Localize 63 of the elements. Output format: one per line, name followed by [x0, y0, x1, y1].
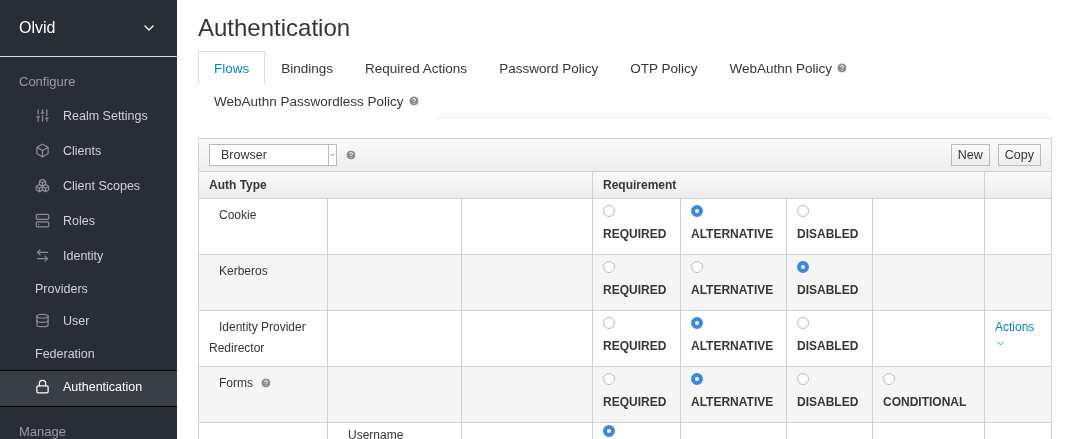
column-header: Requirement: [593, 172, 985, 198]
sidebar-item[interactable]: Client Scopes: [0, 170, 177, 205]
radio-button[interactable]: [603, 373, 615, 385]
radio-label: REQUIRED: [603, 395, 668, 409]
sidebar-item[interactable]: Roles: [0, 205, 177, 240]
radio-label: DISABLED: [797, 339, 860, 353]
radio-button[interactable]: [691, 317, 703, 329]
sidebar-item[interactable]: User Federation: [0, 305, 177, 370]
radio-button[interactable]: [691, 261, 703, 273]
cubes-icon: [35, 178, 50, 193]
section-title: Manage: [18, 423, 67, 439]
radio-button[interactable]: [797, 373, 809, 385]
radio-label: ALTERNATIVE: [691, 395, 775, 409]
radio-button[interactable]: [691, 205, 703, 217]
radio-button[interactable]: [603, 317, 615, 329]
caret-icon: [329, 151, 336, 159]
radio-button[interactable]: [797, 317, 809, 329]
radio-label: ALTERNATIVE: [691, 227, 775, 241]
radio-label: REQUIRED: [603, 339, 668, 353]
toolbar-button[interactable]: New: [950, 144, 990, 166]
auth-type-label: Identity Provider Redirector: [209, 319, 307, 357]
sidebar-item[interactable]: Authentication: [0, 370, 177, 407]
flow-select[interactable]: Browser: [209, 144, 337, 166]
tab[interactable]: WebAuthn Passwordless Policy: [198, 84, 436, 118]
help-icon: [407, 95, 420, 107]
actions-link[interactable]: Actions: [995, 317, 1041, 338]
radio-button[interactable]: [603, 205, 615, 217]
help-icon: [259, 377, 272, 389]
lock-icon: [35, 379, 50, 394]
realm-selector[interactable]: Olvid: [0, 0, 177, 57]
auth-type-label: Cookie: [218, 207, 258, 224]
radio-label: CONDITIONAL: [883, 395, 968, 409]
radio-button[interactable]: [797, 205, 809, 217]
section-title: Configure: [18, 73, 77, 91]
toolbar-button[interactable]: Copy: [997, 144, 1041, 166]
tab[interactable]: Flows: [198, 51, 266, 85]
radio-button[interactable]: [797, 261, 809, 273]
column-header: Auth Type: [199, 172, 593, 198]
server-icon: [35, 213, 50, 228]
page-title: Authentication: [198, 14, 352, 42]
radio-label: DISABLED: [797, 283, 860, 297]
sliders-icon: [35, 108, 50, 123]
help-icon: [836, 62, 848, 74]
radio-label: REQUIRED: [603, 227, 668, 241]
radio-button[interactable]: [603, 261, 615, 273]
sidebar-item[interactable]: Identity Providers: [0, 240, 177, 305]
arrows-icon: [35, 248, 50, 263]
radio-button[interactable]: [883, 373, 895, 385]
sidebar-item[interactable]: Realm Settings: [0, 100, 177, 135]
auth-type-label: Forms: [209, 373, 317, 394]
auth-type-label: Kerberos: [218, 263, 269, 280]
radio-label: ALTERNATIVE: [691, 283, 775, 297]
radio-button[interactable]: [603, 425, 615, 437]
radio-button[interactable]: [691, 373, 703, 385]
radio-label: DISABLED: [797, 227, 860, 241]
radio-label: DISABLED: [797, 395, 860, 409]
cube-icon: [35, 143, 50, 158]
help-icon: [345, 149, 357, 161]
radio-label: ALTERNATIVE: [691, 339, 775, 353]
database-icon: [35, 313, 50, 328]
sidebar-item[interactable]: Clients: [0, 135, 177, 170]
auth-type-label: Username: [347, 427, 405, 439]
radio-label: REQUIRED: [603, 283, 668, 297]
